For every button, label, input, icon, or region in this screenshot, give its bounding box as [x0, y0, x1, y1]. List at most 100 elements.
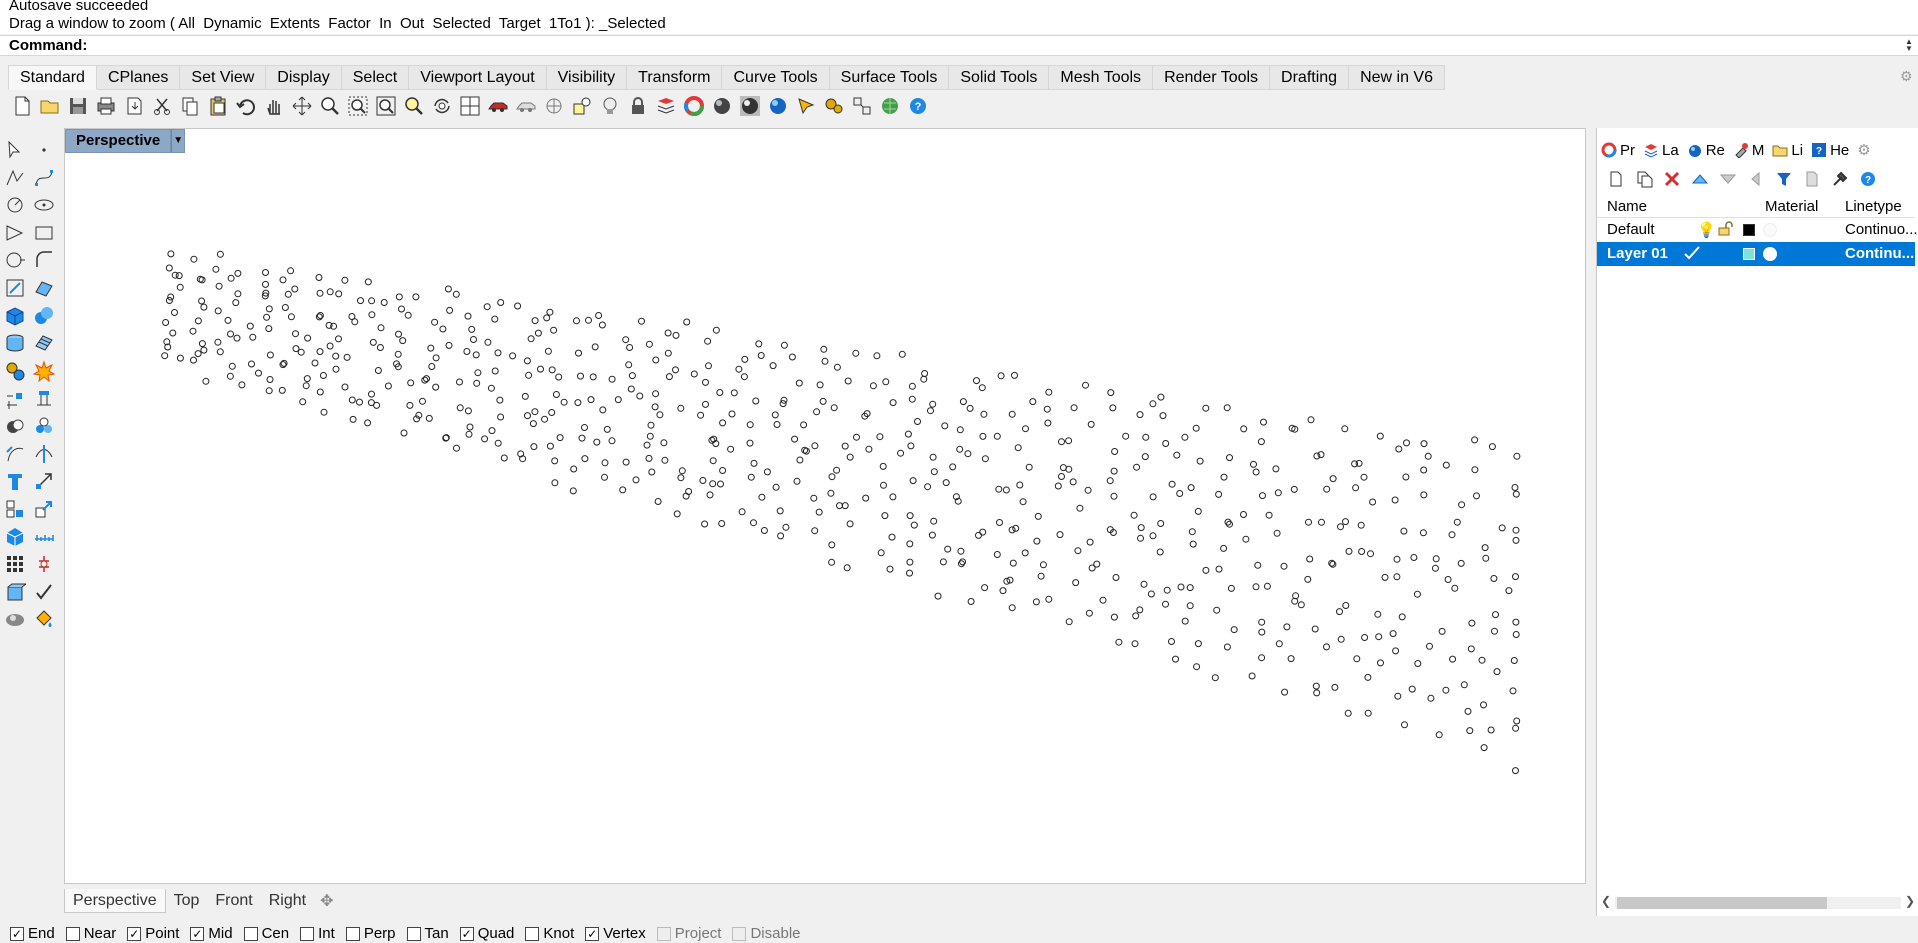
point-object[interactable]: [1342, 518, 1349, 526]
point-object[interactable]: [841, 502, 849, 510]
point-object[interactable]: [1159, 412, 1167, 420]
point-object[interactable]: [1364, 673, 1372, 681]
point-object[interactable]: [1192, 424, 1200, 432]
point-object[interactable]: [773, 421, 781, 428]
point-object[interactable]: [263, 313, 271, 321]
point-object[interactable]: [343, 353, 351, 361]
point-object[interactable]: [589, 373, 597, 381]
point-object[interactable]: [483, 303, 491, 311]
point-object[interactable]: [1426, 642, 1433, 650]
point-object[interactable]: [1186, 584, 1194, 592]
dimension-icon[interactable]: [2, 385, 28, 411]
point-object[interactable]: [865, 445, 873, 453]
point-object[interactable]: [530, 443, 538, 451]
point-object[interactable]: [1008, 526, 1016, 534]
point-object[interactable]: [1435, 731, 1443, 739]
point-object[interactable]: [233, 334, 241, 342]
point-object[interactable]: [949, 463, 957, 471]
measure-icon[interactable]: [31, 523, 57, 549]
point-object[interactable]: [909, 477, 917, 485]
point-object[interactable]: [1196, 457, 1204, 465]
point-object[interactable]: [316, 348, 324, 356]
point-object[interactable]: [1110, 613, 1118, 621]
point-object[interactable]: [1313, 689, 1321, 697]
point-object[interactable]: [1398, 613, 1406, 621]
polygon-icon[interactable]: [2, 220, 28, 246]
point-object[interactable]: [1403, 439, 1410, 447]
point-object[interactable]: [1230, 626, 1238, 634]
point-object[interactable]: [279, 276, 287, 284]
point-object[interactable]: [284, 290, 292, 298]
point-object[interactable]: [975, 531, 982, 539]
point-object[interactable]: [1400, 527, 1408, 535]
point-object[interactable]: [844, 377, 852, 385]
lock-icon[interactable]: [626, 94, 650, 118]
point-object[interactable]: [1009, 559, 1017, 567]
point-object[interactable]: [1419, 529, 1427, 537]
point-object[interactable]: [999, 587, 1007, 595]
point-object[interactable]: [575, 349, 582, 357]
point-object[interactable]: [228, 362, 236, 370]
point-object[interactable]: [216, 250, 224, 258]
point-object[interactable]: [622, 458, 630, 466]
point-object[interactable]: [1512, 573, 1519, 581]
point-object[interactable]: [167, 250, 175, 258]
viewport-tab-top[interactable]: Top: [166, 889, 208, 913]
point-object[interactable]: [820, 345, 828, 353]
point-object[interactable]: [705, 362, 712, 370]
point-object[interactable]: [997, 372, 1005, 380]
osnap-mid[interactable]: ✓ Mid: [190, 925, 233, 942]
point-object[interactable]: [1337, 523, 1344, 531]
point-object[interactable]: [1002, 486, 1010, 494]
add-viewport-icon[interactable]: ✥: [314, 891, 339, 911]
point-object[interactable]: [281, 304, 289, 311]
light-bulb-icon[interactable]: 💡: [1697, 221, 1716, 239]
osnap-point[interactable]: ✓ Point: [127, 925, 179, 942]
layer-row-default[interactable]: Default 💡 Continuo...: [1597, 218, 1918, 242]
point-object[interactable]: [981, 584, 989, 592]
point-object[interactable]: [956, 426, 964, 434]
point-object[interactable]: [529, 420, 537, 428]
point-object[interactable]: [302, 382, 310, 390]
point-object[interactable]: [1130, 511, 1138, 519]
point-object[interactable]: [1223, 404, 1231, 412]
point-object[interactable]: [1076, 504, 1084, 512]
point-object[interactable]: [481, 435, 489, 443]
polyline-icon[interactable]: [2, 165, 28, 191]
tab-cplanes[interactable]: CPlanes: [96, 65, 181, 90]
point-object[interactable]: [246, 322, 254, 330]
pan-hand-icon[interactable]: [262, 94, 286, 118]
point-object[interactable]: [1025, 463, 1033, 471]
scroll-thumb[interactable]: [1617, 897, 1827, 909]
layer-state-icon[interactable]: [1801, 168, 1823, 190]
point-object[interactable]: [484, 338, 492, 346]
point-object[interactable]: [967, 598, 975, 605]
point-object[interactable]: [581, 455, 589, 463]
point-object[interactable]: [1492, 611, 1499, 619]
point-object[interactable]: [1509, 687, 1517, 695]
point-object[interactable]: [1391, 496, 1399, 504]
point-object[interactable]: [769, 362, 777, 370]
point-object[interactable]: [796, 456, 804, 464]
point-object[interactable]: [1227, 584, 1235, 592]
point-object[interactable]: [165, 264, 173, 272]
point-object[interactable]: [638, 317, 645, 325]
tab-visibility[interactable]: Visibility: [546, 65, 628, 90]
point-object[interactable]: [1045, 388, 1053, 396]
point-object[interactable]: [1274, 489, 1282, 497]
osnap-checkbox[interactable]: [656, 926, 671, 941]
point-object[interactable]: [1478, 656, 1486, 664]
point-object[interactable]: [1297, 601, 1305, 609]
surface-icon[interactable]: [31, 275, 57, 301]
point-object[interactable]: [194, 317, 202, 325]
point-object[interactable]: [326, 288, 334, 296]
point-object[interactable]: [551, 479, 559, 487]
point-object[interactable]: [1137, 524, 1145, 532]
point-object[interactable]: [598, 321, 606, 329]
curve-icon[interactable]: [31, 165, 57, 191]
point-object[interactable]: [1149, 532, 1157, 540]
point-object[interactable]: [614, 396, 622, 404]
point-object[interactable]: [1336, 608, 1343, 616]
point-object[interactable]: [942, 479, 950, 487]
point-object[interactable]: [897, 449, 905, 457]
